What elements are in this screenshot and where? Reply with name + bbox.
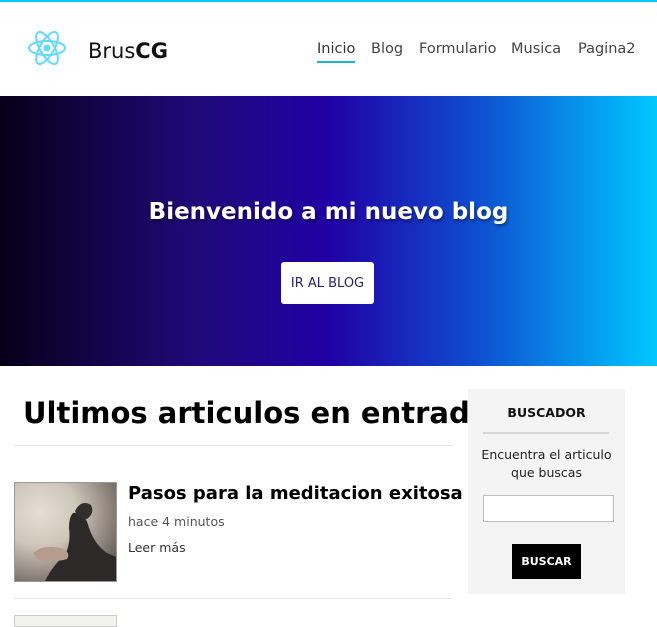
post-thumbnail[interactable] bbox=[14, 482, 117, 582]
meditation-image bbox=[33, 503, 116, 581]
section-title: Ultimos articulos en entrada bbox=[23, 396, 490, 430]
post-divider bbox=[14, 598, 453, 599]
nav-blog[interactable]: Blog bbox=[371, 40, 403, 58]
next-post-thumbnail[interactable] bbox=[14, 615, 117, 627]
nav-pagina2[interactable]: Pagina2 bbox=[578, 40, 636, 58]
section-divider bbox=[14, 445, 453, 446]
search-button[interactable]: BUSCAR bbox=[512, 544, 581, 579]
search-sidebar: BUSCADOR Encuentra el articulo que busca… bbox=[468, 389, 625, 594]
nav-musica[interactable]: Musica bbox=[511, 40, 561, 58]
post-timestamp: hace 4 minutos bbox=[128, 514, 225, 529]
post-title[interactable]: Pasos para la meditacion exitosa bbox=[128, 483, 463, 505]
search-title: BUSCADOR bbox=[507, 405, 586, 420]
brand-name[interactable]: BrusCG bbox=[88, 39, 168, 63]
hero-title: Bienvenido a mi nuevo blog bbox=[148, 199, 509, 225]
search-title-rule bbox=[483, 432, 609, 434]
nav-formulario[interactable]: Formulario bbox=[419, 40, 497, 58]
search-description: Encuentra el articulo que buscas bbox=[481, 447, 612, 480]
react-atom-icon[interactable] bbox=[27, 28, 67, 68]
search-input[interactable] bbox=[483, 495, 614, 522]
go-to-blog-button[interactable]: IR AL BLOG bbox=[281, 262, 374, 304]
site-header: BrusCG Inicio Blog Formulario Musica Pag… bbox=[0, 2, 657, 96]
read-more-link[interactable]: Leer más bbox=[128, 540, 186, 556]
nav-inicio[interactable]: Inicio bbox=[317, 40, 356, 63]
hero-banner: Bienvenido a mi nuevo blog IR AL BLOG bbox=[0, 96, 657, 366]
